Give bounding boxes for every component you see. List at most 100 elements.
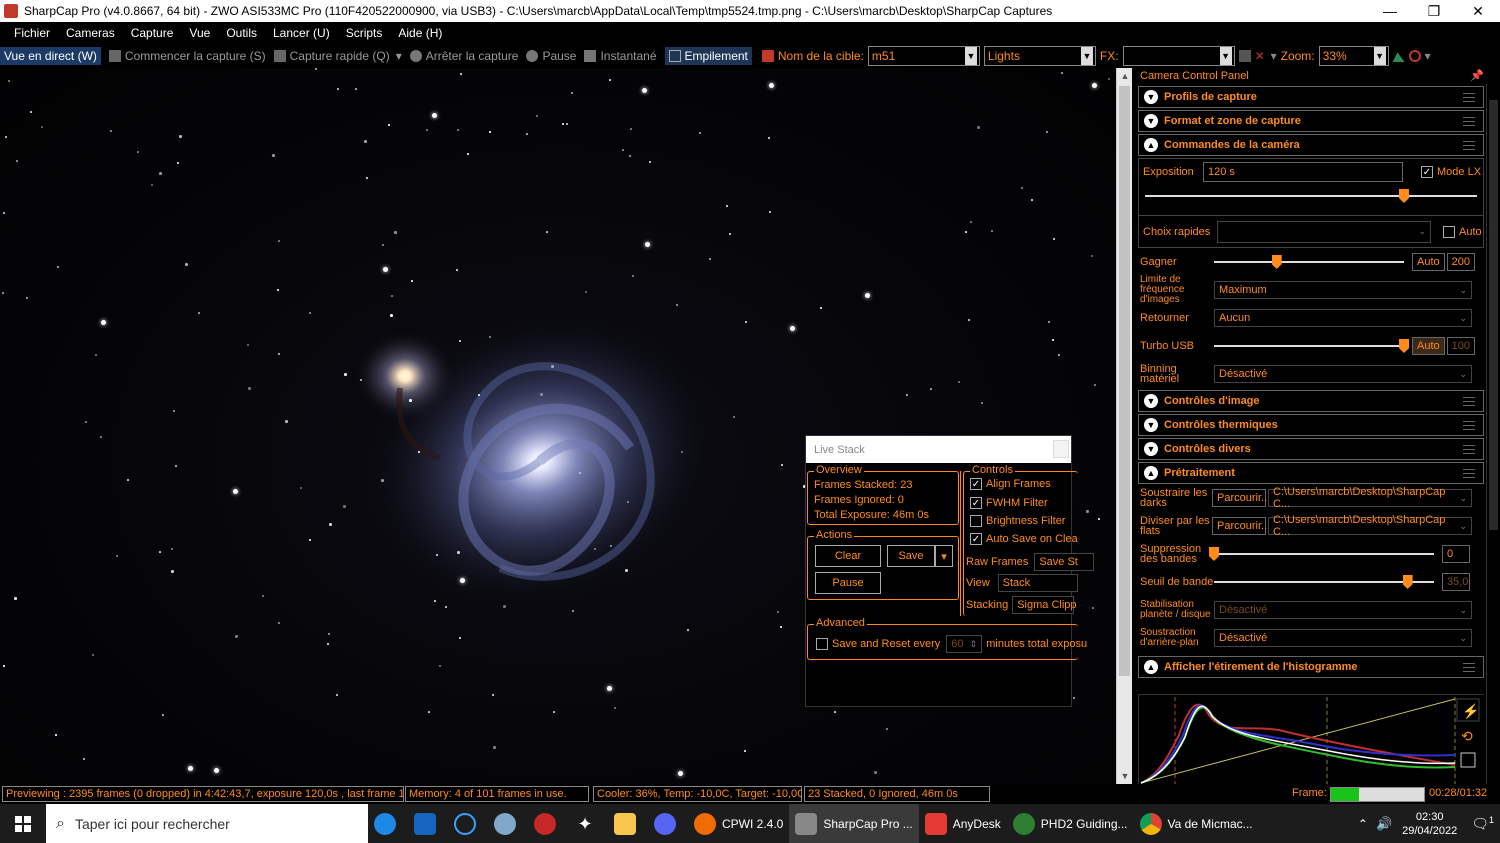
save-dropdown-chevron-icon[interactable]: ▾ (935, 545, 953, 567)
fx-select[interactable]: ▼ (1122, 46, 1235, 66)
chevron-down-icon[interactable]: ▾ (1271, 49, 1277, 63)
chevron-down-icon[interactable]: ▾ (396, 49, 402, 63)
slider-knob[interactable] (1402, 575, 1413, 589)
menu-scripts[interactable]: Scripts (346, 26, 383, 40)
stepper-arrows-icon[interactable]: ⇕ (970, 639, 978, 650)
tray-chevron-up-icon[interactable]: ⌃ (1358, 817, 1368, 831)
menu-cameras[interactable]: Cameras (66, 26, 115, 40)
menu-icon[interactable] (1463, 469, 1475, 478)
taskbar-app-5[interactable] (528, 804, 568, 843)
auto-save-option[interactable]: ✓ Auto Save on Clea (970, 533, 1078, 545)
bg-subtraction-select[interactable]: Désactivé ⌄ (1214, 629, 1472, 647)
target-name-input[interactable]: m51 ▼ (867, 46, 980, 66)
taskbar-edge[interactable] (368, 804, 408, 843)
brightness-filter-checkbox[interactable] (970, 515, 982, 527)
quick-picks-select[interactable]: ⌄ (1217, 220, 1431, 243)
fwhm-filter-checkbox[interactable]: ✓ (970, 497, 982, 509)
scrollbar-thumb[interactable] (1119, 86, 1130, 676)
view-select[interactable]: Stack (997, 574, 1078, 592)
crosshair-icon[interactable]: ✕ (1255, 50, 1267, 62)
gain-auto-button[interactable]: Auto (1412, 253, 1445, 271)
taskbar-cpwi[interactable]: CPWI 2.4.0 (688, 804, 789, 843)
menu-icon[interactable] (1463, 663, 1475, 672)
pause-button[interactable]: Pause (526, 49, 576, 63)
stabilization-select[interactable]: Désactivé ⌄ (1214, 601, 1472, 619)
clock[interactable]: 02:30 29/04/2022 (1402, 810, 1457, 838)
banding-slider[interactable] (1209, 547, 1434, 561)
exposure-input[interactable]: 120 s (1203, 162, 1403, 182)
lightning-icon[interactable]: ⚡ (1462, 703, 1479, 720)
taskbar-app-6[interactable]: ✦ (568, 804, 608, 843)
slider-knob[interactable] (1398, 189, 1409, 203)
darks-path-select[interactable]: C:\Users\marcb\Desktop\SharpCap C... ⌄ (1268, 486, 1472, 510)
section-thermal[interactable]: ▼ Contrôles thermiques (1138, 414, 1484, 436)
band-threshold-slider[interactable] (1214, 575, 1434, 589)
close-icon[interactable] (1053, 440, 1069, 458)
stop-capture-button[interactable]: Arrêter la capture (409, 49, 518, 63)
menu-view[interactable]: Vue (189, 26, 210, 40)
menu-tools[interactable]: Outils (226, 26, 257, 40)
chevron-down-icon[interactable]: ▾ (1425, 49, 1431, 63)
slider-knob[interactable] (1271, 255, 1282, 269)
banding-value-input[interactable]: 0 (1442, 545, 1470, 563)
section-preprocessing[interactable]: ▲ Prétraitement (1138, 462, 1484, 484)
viewport-scrollbar[interactable]: ▲ ▼ (1116, 68, 1132, 784)
zoom-select[interactable]: 33% ▼ (1318, 46, 1389, 66)
clear-button[interactable]: Clear (815, 545, 881, 567)
taskbar-explorer[interactable] (608, 804, 648, 843)
menu-icon[interactable] (1463, 93, 1475, 102)
menu-launch[interactable]: Lancer (U) (273, 26, 330, 40)
flats-browse-button[interactable]: Parcourir... (1212, 517, 1270, 535)
pause-button[interactable]: Pause (815, 572, 881, 594)
menu-icon[interactable] (1463, 117, 1475, 126)
chevron-down-icon[interactable]: ▼ (1373, 47, 1386, 65)
raw-frames-select[interactable]: Save St (1034, 553, 1095, 571)
live-view-button[interactable]: Vue en direct (W) (0, 47, 101, 65)
scroll-up-icon[interactable]: ▲ (1117, 68, 1133, 84)
auto-checkbox[interactable] (1443, 225, 1455, 238)
chevron-down-icon[interactable]: ▼ (1080, 47, 1093, 65)
framerate-select[interactable]: Maximum ⌄ (1214, 281, 1472, 299)
volume-icon[interactable]: 🔊 (1376, 816, 1392, 832)
menu-icon[interactable] (1463, 421, 1475, 430)
minutes-stepper[interactable]: 60 ⇕ (946, 635, 983, 653)
chevron-down-icon[interactable]: ▼ (1219, 47, 1232, 65)
auto-save-checkbox[interactable]: ✓ (970, 533, 982, 545)
stacking-button[interactable]: Empilement (664, 47, 752, 65)
slider-knob[interactable] (1399, 339, 1409, 353)
menu-capture[interactable]: Capture (131, 26, 174, 40)
fwhm-filter-option[interactable]: ✓ FWHM Filter (970, 497, 1048, 509)
save-button[interactable]: Save (887, 545, 935, 567)
gain-value-input[interactable]: 200 (1446, 253, 1475, 271)
brightness-filter-option[interactable]: Brightness Filter (970, 515, 1065, 527)
minimize-button[interactable]: — (1368, 0, 1412, 22)
section-capture-profiles[interactable]: ▼ Profils de capture (1138, 86, 1484, 108)
section-camera-controls[interactable]: ▲ Commandes de la caméra (1138, 134, 1484, 156)
taskbar-app-4[interactable] (488, 804, 528, 843)
live-stack-titlebar[interactable]: Live Stack (806, 436, 1071, 463)
quick-capture-button[interactable]: Capture rapide (Q) ▾ (273, 49, 402, 63)
save-reset-checkbox[interactable] (816, 638, 828, 650)
stacking-select[interactable]: Sigma Clipp (1012, 596, 1077, 614)
darks-browse-button[interactable]: Parcourir... (1212, 489, 1270, 507)
snapshot-button[interactable]: Instantané (584, 49, 657, 63)
align-frames-checkbox[interactable]: ✓ (970, 478, 982, 490)
taskbar-app-2[interactable] (408, 804, 448, 843)
maximize-button[interactable]: ❐ (1412, 0, 1456, 22)
align-frames-option[interactable]: ✓ Align Frames (970, 478, 1051, 490)
taskbar-search-box[interactable]: ⌕ Taper ici pour rechercher (46, 804, 368, 843)
menu-icon[interactable] (1463, 445, 1475, 454)
menu-icon[interactable] (1463, 397, 1475, 406)
notification-icon[interactable]: 🗨1 (1471, 815, 1494, 833)
histogram-toggle-icon[interactable] (1238, 50, 1251, 62)
exposure-slider[interactable] (1145, 189, 1477, 203)
scrollbar-thumb[interactable] (1489, 100, 1498, 530)
section-format[interactable]: ▼ Format et zone de capture (1138, 110, 1484, 132)
turbo-auto-button[interactable]: Auto (1412, 337, 1445, 355)
reset-icon[interactable]: ⟲ (1461, 728, 1473, 744)
menu-help[interactable]: Aide (H) (398, 26, 442, 40)
pin-icon[interactable]: 📌 (1470, 68, 1484, 84)
taskbar-discord[interactable] (648, 804, 688, 843)
frame-type-select[interactable]: Lights ▼ (983, 46, 1096, 66)
start-capture-button[interactable]: Commencer la capture (S) (108, 49, 266, 63)
